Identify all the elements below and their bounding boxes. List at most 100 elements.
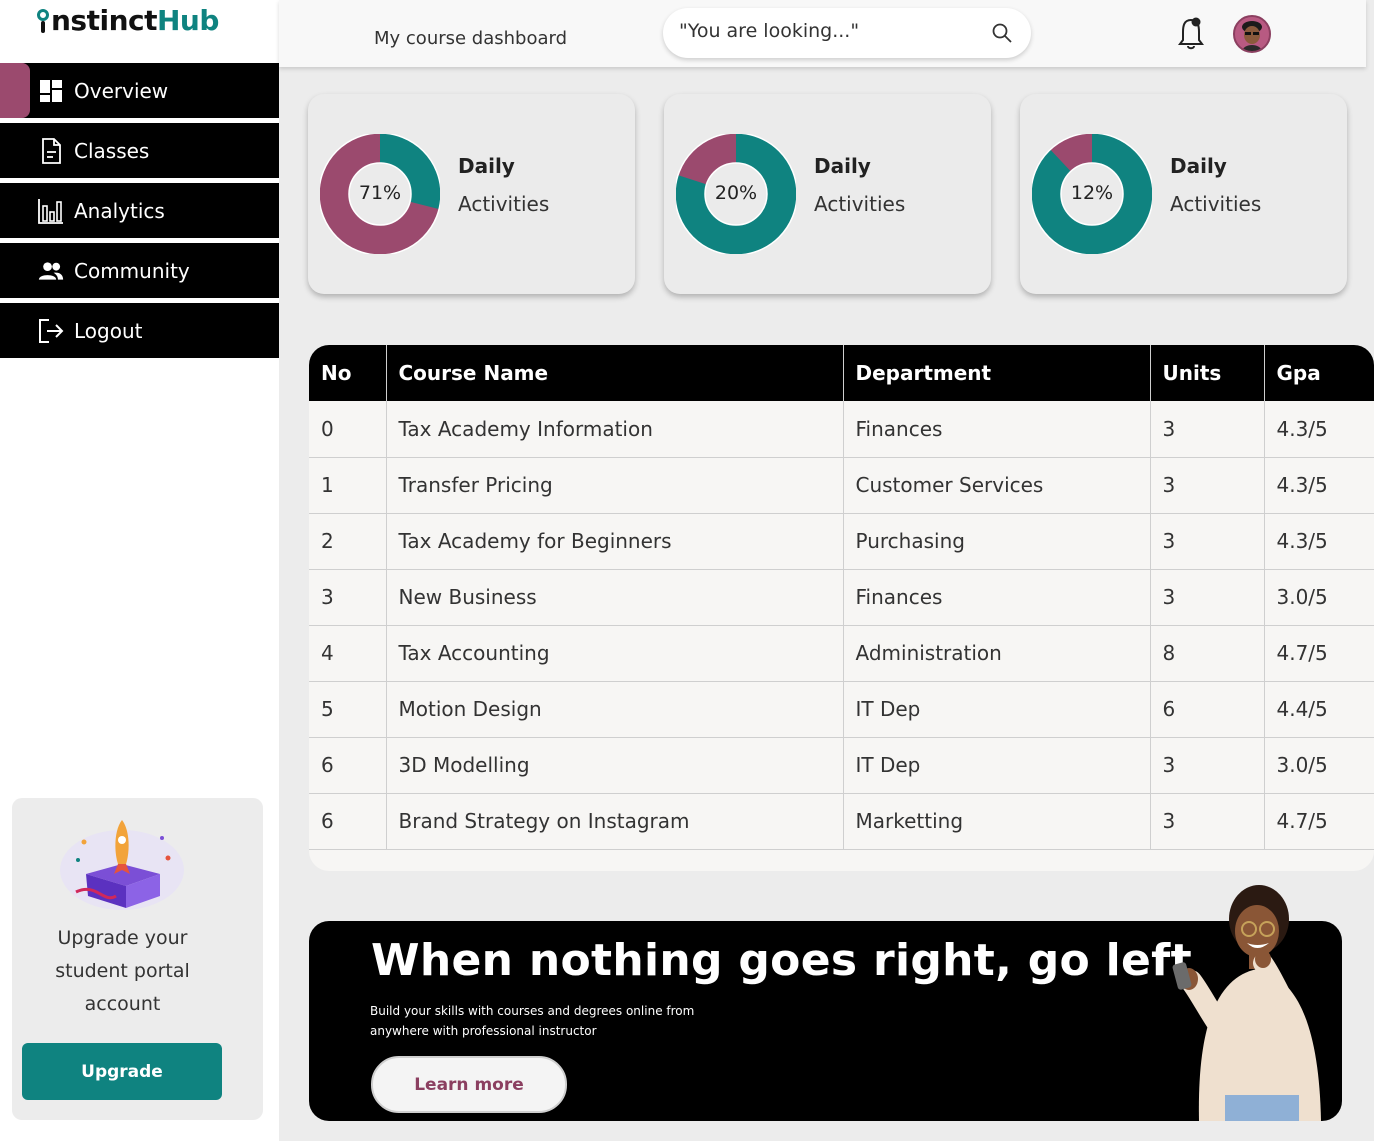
table-cell: Tax Accounting [386, 625, 844, 682]
search-icon[interactable] [991, 22, 1013, 44]
table-cell: 3.0/5 [1264, 737, 1374, 794]
table-cell: Administration [843, 625, 1151, 682]
upgrade-text-line3: account [84, 993, 161, 1015]
sidebar-item-analytics[interactable]: Analytics [0, 183, 279, 238]
learn-more-button[interactable]: Learn more [371, 1056, 567, 1113]
table-cell: IT Dep [843, 681, 1151, 738]
table-row[interactable]: 6 3D Modelling IT Dep 3 3.0/5 [309, 737, 1374, 794]
table-cell: IT Dep [843, 737, 1151, 794]
logo-text-teal: Hub [157, 3, 219, 37]
table-row[interactable]: 5 Motion Design IT Dep 6 4.4/5 [309, 681, 1374, 738]
stat-title: Daily [458, 154, 515, 178]
stat-subtitle: Activities [814, 192, 906, 216]
stat-card: 20% Daily Activities [664, 94, 991, 294]
sidebar-nav: Overview Classes Analytics Community Log… [0, 63, 279, 363]
banner-subtitle: Build your skills with courses and degre… [370, 1004, 695, 1038]
stat-percent: 20% [714, 182, 758, 204]
sidebar-item-label: Community [74, 258, 190, 283]
table-cell: Brand Strategy on Instagram [386, 793, 844, 850]
table-cell: 6 [1150, 681, 1265, 738]
table-row[interactable]: 2 Tax Academy for Beginners Purchasing 3 4.3… [309, 513, 1374, 570]
column-header: No [309, 345, 387, 401]
table-cell: 3 [1150, 793, 1265, 850]
table-cell: Finances [843, 569, 1151, 626]
stat-card: 71% Daily Activities [308, 94, 635, 294]
table-cell: 4.3/5 [1264, 513, 1374, 570]
stat-percent: 71% [358, 182, 402, 204]
table-header-row: No Course Name Department Units Gpa [309, 345, 1374, 401]
bar-chart-icon [38, 198, 64, 224]
column-header: Gpa [1264, 345, 1374, 401]
stat-title: Daily [1170, 154, 1227, 178]
logo-mark-icon [36, 5, 50, 35]
stat-title: Daily [814, 154, 871, 178]
table-cell: 3 [1150, 457, 1265, 514]
sidebar-item-overview[interactable]: Overview [0, 63, 279, 118]
table-cell: Motion Design [386, 681, 844, 738]
table-cell: 4 [309, 625, 387, 682]
table-cell: Customer Services [843, 457, 1151, 514]
people-icon [38, 258, 64, 284]
table-row[interactable]: 0 Tax Academy Information Finances 3 4.3/5 [309, 401, 1374, 458]
table-cell: 4.3/5 [1264, 401, 1374, 458]
table-cell: 5 [309, 681, 387, 738]
column-header: Department [843, 345, 1151, 401]
smiling-woman-image [1172, 885, 1321, 1121]
table-row[interactable]: 1 Transfer Pricing Customer Services 3 4.3/5 [309, 457, 1374, 514]
table-cell: Tax Academy for Beginners [386, 513, 844, 570]
table-cell: 4.7/5 [1264, 793, 1374, 850]
search-bar[interactable] [663, 8, 1031, 58]
sidebar-item-label: Classes [74, 138, 150, 163]
table-cell: New Business [386, 569, 844, 626]
table-cell: Transfer Pricing [386, 457, 844, 514]
table-cell: Tax Academy Information [386, 401, 844, 458]
promo-banner: When nothing goes right, go left Build y… [309, 885, 1342, 1121]
sidebar: nstinctHub Overview Classes Analytics Co… [0, 0, 279, 1141]
sidebar-item-label: Logout [74, 318, 143, 343]
table-cell: 3 [1150, 569, 1265, 626]
table-cell: Finances [843, 401, 1151, 458]
sidebar-item-classes[interactable]: Classes [0, 123, 279, 178]
rocket-box-illustration [60, 820, 184, 910]
table-cell: 3 [1150, 737, 1265, 794]
user-avatar[interactable] [1233, 15, 1271, 53]
table-row[interactable]: 4 Tax Accounting Administration 8 4.7/5 [309, 625, 1374, 682]
banner-title: When nothing goes right, go left [371, 935, 1192, 986]
upgrade-card: Upgrade your student portal account Upgr… [12, 798, 263, 1120]
search-input[interactable] [679, 16, 979, 46]
sidebar-item-logout[interactable]: Logout [0, 303, 279, 358]
stat-subtitle: Activities [1170, 192, 1262, 216]
upgrade-text-line1: Upgrade your [57, 927, 188, 949]
table-cell: 3D Modelling [386, 737, 844, 794]
logout-icon [38, 318, 64, 344]
sidebar-item-community[interactable]: Community [0, 243, 279, 298]
table-cell: 6 [309, 737, 387, 794]
table-cell: 4.3/5 [1264, 457, 1374, 514]
table-cell: 0 [309, 401, 387, 458]
stat-percent: 12% [1070, 182, 1114, 204]
grid-icon [38, 78, 64, 104]
table-cell: 8 [1150, 625, 1265, 682]
stat-subtitle: Activities [458, 192, 550, 216]
upgrade-text-line2: student portal [55, 960, 190, 982]
upgrade-text: Upgrade your student portal account [12, 922, 233, 1021]
column-header: Course Name [386, 345, 844, 401]
table-row[interactable]: 3 New Business Finances 3 3.0/5 [309, 569, 1374, 626]
column-header: Units [1150, 345, 1265, 401]
table-cell: 3 [1150, 401, 1265, 458]
logo[interactable]: nstinctHub [36, 0, 219, 40]
table-cell: Purchasing [843, 513, 1151, 570]
stat-card: 12% Daily Activities [1020, 94, 1347, 294]
table-cell: 6 [309, 793, 387, 850]
table-row[interactable]: 6 Brand Strategy on Instagram Marketting 3 4… [309, 793, 1374, 850]
notification-bell-icon[interactable] [1177, 14, 1205, 52]
logo-text-dark: nstinct [51, 3, 158, 37]
upgrade-button[interactable]: Upgrade [22, 1043, 222, 1100]
table-cell: 3 [309, 569, 387, 626]
table-cell: 1 [309, 457, 387, 514]
sidebar-item-label: Analytics [74, 198, 165, 223]
table-cell: 4.4/5 [1264, 681, 1374, 738]
table-cell: 3.0/5 [1264, 569, 1374, 626]
page-title: My course dashboard [374, 28, 568, 49]
table-cell: 4.7/5 [1264, 625, 1374, 682]
